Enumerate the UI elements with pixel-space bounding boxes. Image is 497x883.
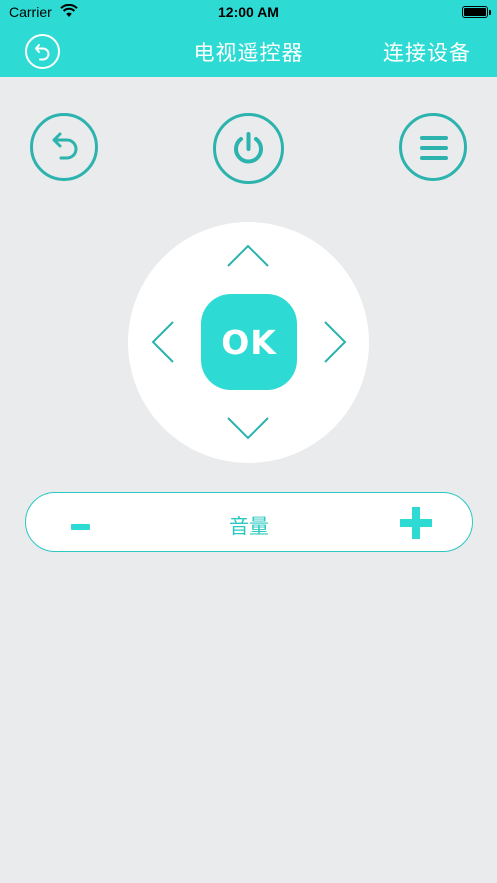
status-bar: Carrier 12:00 AM bbox=[0, 0, 497, 26]
chevron-right-icon[interactable] bbox=[322, 320, 348, 364]
chevron-down-icon[interactable] bbox=[226, 415, 270, 441]
return-button[interactable] bbox=[30, 113, 98, 181]
battery-icon bbox=[462, 6, 491, 18]
chevron-left-icon[interactable] bbox=[150, 320, 176, 364]
ok-button[interactable]: OK bbox=[201, 294, 297, 390]
menu-icon bbox=[420, 136, 448, 160]
connect-device-button[interactable]: 连接设备 bbox=[383, 37, 471, 67]
return-arrow-icon bbox=[52, 132, 78, 160]
volume-bar: 音量 bbox=[25, 492, 473, 552]
chevron-up-icon[interactable] bbox=[226, 243, 270, 269]
power-button[interactable] bbox=[213, 113, 284, 184]
plus-icon[interactable] bbox=[400, 507, 432, 539]
nav-bar: 电视遥控器 连接设备 bbox=[0, 26, 497, 77]
direction-pad: OK bbox=[128, 222, 369, 463]
power-icon bbox=[234, 132, 263, 164]
status-time: 12:00 AM bbox=[218, 4, 279, 20]
menu-button[interactable] bbox=[399, 113, 467, 181]
